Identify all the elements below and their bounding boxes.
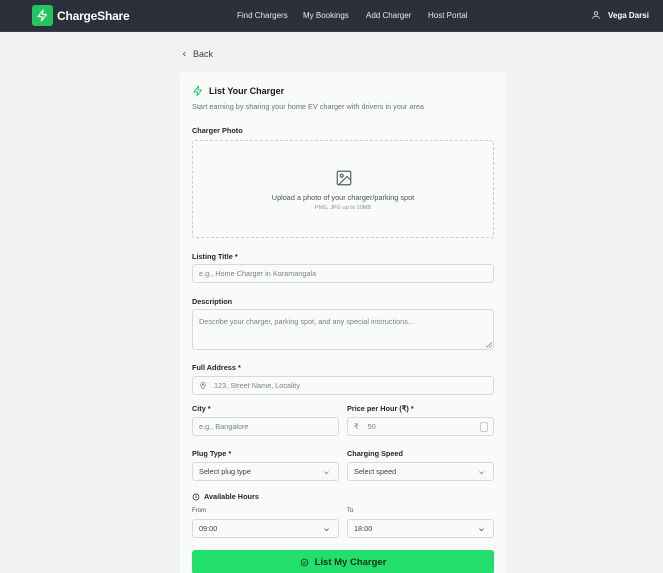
listing-title-input[interactable]: e.g., Home Charger in Koramangala [192, 264, 494, 283]
rupee-icon: ₹ [354, 422, 359, 431]
city-label: City * [192, 404, 211, 413]
form-title: List Your Charger [209, 86, 285, 96]
charging-speed-label: Charging Speed [347, 449, 403, 458]
to-time-value: 18:00 [354, 524, 373, 533]
price-placeholder: 50 [367, 422, 376, 431]
nav-add-charger[interactable]: Add Charger [366, 11, 411, 20]
clock-icon [192, 493, 200, 500]
chevron-down-icon [324, 471, 329, 475]
available-hours-label: Available Hours [204, 492, 259, 501]
form-subtitle: Start earning by sharing your home EV ch… [192, 102, 424, 111]
submit-label: List My Charger [314, 556, 387, 568]
check-circle-icon [300, 558, 308, 566]
city-input[interactable]: e.g., Bangalore [192, 417, 339, 436]
listing-title-label: Listing Title * [192, 252, 238, 261]
listing-title-placeholder: e.g., Home Charger in Koramangala [199, 269, 317, 278]
available-hours-header: Available Hours [192, 492, 259, 501]
chevron-down-icon [324, 528, 329, 532]
address-input[interactable]: 123, Street Name, Locality [192, 376, 494, 395]
logo-bolt-icon[interactable] [32, 5, 53, 26]
nav-host-portal[interactable]: Host Portal [428, 11, 468, 20]
list-charger-form: List Your Charger Start earning by shari… [180, 72, 506, 573]
plug-type-select[interactable]: Select plug type [192, 462, 339, 481]
bolt-icon [193, 85, 202, 97]
from-label: From [192, 508, 206, 514]
image-icon [336, 170, 352, 186]
city-placeholder: e.g., Bangalore [199, 422, 249, 431]
photo-upload-dropzone[interactable]: Upload a photo of your charger/parking s… [192, 140, 494, 238]
charger-photo-label: Charger Photo [192, 126, 243, 135]
address-placeholder: 123, Street Name, Locality [214, 381, 300, 390]
back-button[interactable]: Back [181, 49, 213, 59]
description-placeholder: Describe your charger, parking spot, and… [199, 317, 414, 326]
nav-find-chargers[interactable]: Find Chargers [237, 11, 288, 20]
plug-type-value: Select plug type [199, 467, 251, 476]
charging-speed-value: Select speed [354, 467, 397, 476]
list-my-charger-button[interactable]: List My Charger [192, 550, 494, 573]
chevron-down-icon [479, 528, 484, 532]
from-time-select[interactable]: 09:00 [192, 519, 339, 538]
top-navbar: ChargeShare Find Chargers My Bookings Ad… [0, 0, 663, 32]
number-spinner[interactable] [480, 422, 488, 432]
to-label: To [347, 508, 354, 514]
upload-hint: PNG, JPG up to 10MB [314, 205, 372, 211]
user-name[interactable]: Vega Darsi [608, 11, 649, 20]
price-input[interactable]: ₹ 50 [347, 417, 494, 436]
price-label: Price per Hour (₹) * [347, 404, 414, 413]
back-label: Back [193, 49, 214, 59]
chevron-left-icon [182, 51, 186, 57]
brand-name[interactable]: ChargeShare [57, 9, 130, 23]
to-time-select[interactable]: 18:00 [347, 519, 494, 538]
form-header: List Your Charger [192, 85, 284, 97]
charging-speed-select[interactable]: Select speed [347, 462, 494, 481]
description-label: Description [192, 297, 233, 306]
user-icon[interactable] [591, 10, 601, 20]
upload-text: Upload a photo of your charger/parking s… [271, 193, 415, 202]
resize-handle-icon[interactable] [486, 342, 492, 348]
plug-type-label: Plug Type * [192, 449, 232, 458]
from-time-value: 09:00 [199, 524, 218, 533]
description-textarea[interactable]: Describe your charger, parking spot, and… [192, 309, 494, 350]
map-pin-icon [200, 382, 206, 390]
address-label: Full Address * [192, 363, 241, 372]
chevron-down-icon [479, 471, 484, 475]
nav-my-bookings[interactable]: My Bookings [303, 11, 349, 20]
